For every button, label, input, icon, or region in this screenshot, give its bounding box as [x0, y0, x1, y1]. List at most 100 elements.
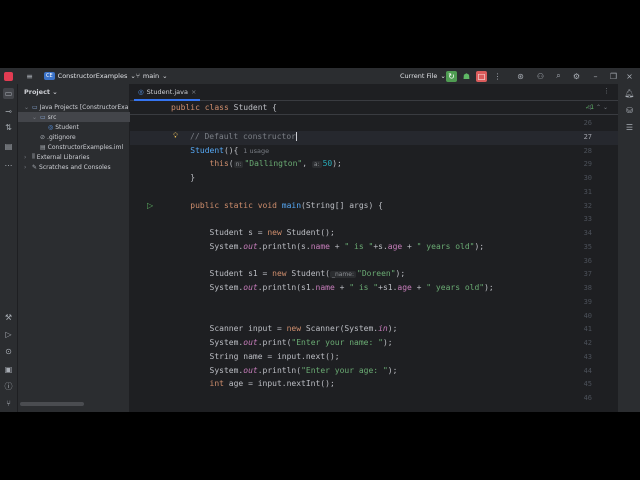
- inspection-widget[interactable]: ✓1 ⌃ ⌄: [585, 104, 608, 111]
- code-line: int age = input.nextInt();: [171, 379, 335, 389]
- expand-arrow-icon[interactable]: ⌄: [32, 114, 40, 121]
- run-icon[interactable]: ▷: [3, 329, 14, 340]
- code-line: System.out.print("Enter your name: ");: [171, 338, 393, 348]
- search-icon[interactable]: ⌕: [553, 71, 564, 82]
- code-token: "Enter your age: ": [301, 365, 388, 375]
- project-switcher[interactable]: CE ConstructorExamples ⌄: [44, 68, 136, 84]
- line-number: 44: [583, 366, 592, 375]
- code-editor[interactable]: 4 public class Student { ✓1 ⌃ ⌄ 26 27 💡︎ // …: [130, 101, 618, 412]
- line-number: 30: [583, 174, 592, 182]
- code-token: "Dallington": [244, 159, 303, 169]
- expand-arrow-icon[interactable]: ›: [24, 164, 32, 171]
- code-token: name: [310, 241, 330, 251]
- project-folder-icon[interactable]: ▭: [3, 88, 14, 99]
- tree-item[interactable]: ⊘ .gitignore: [18, 132, 130, 142]
- code-token: System.: [171, 283, 244, 292]
- tree-item[interactable]: ⌄ ▭ src: [18, 112, 130, 122]
- ai-assistant-icon[interactable]: ⊛: [515, 71, 526, 82]
- pull-requests-icon[interactable]: ⇅: [3, 122, 14, 133]
- code-token: public class: [171, 103, 234, 112]
- code-token: String name = input.next();: [171, 351, 340, 361]
- tree-item[interactable]: ◎ Student: [18, 122, 130, 132]
- stop-button[interactable]: □: [476, 70, 487, 82]
- structure-icon[interactable]: ▤: [3, 141, 14, 152]
- rerun-button[interactable]: ↻: [446, 70, 457, 82]
- code-token: age: [387, 241, 403, 251]
- code-token: Student {: [233, 103, 277, 112]
- tree-item[interactable]: ⌄ ▭ Java Projects [ConstructorExa: [18, 102, 130, 112]
- branch-switcher[interactable]: ⑂ main ⌄: [136, 68, 168, 84]
- param-hint: a:: [311, 161, 322, 169]
- code-token: Scanner(System.: [305, 324, 379, 334]
- code-token: );: [332, 159, 342, 169]
- git-icon[interactable]: ⑂: [3, 398, 14, 409]
- library-icon: ⫼: [32, 153, 35, 160]
- code-token: Student s1 =: [171, 269, 273, 279]
- build-icon[interactable]: ⚒: [3, 312, 14, 323]
- close-tab-icon[interactable]: ×: [191, 88, 196, 96]
- more-tools-icon[interactable]: …: [3, 158, 14, 169]
- tree-item-label: .gitignore: [47, 133, 76, 141]
- close-button[interactable]: ×: [624, 71, 635, 82]
- more-icon[interactable]: ⋮: [492, 71, 503, 82]
- tree-item[interactable]: › ⫼ External Libraries: [18, 152, 130, 162]
- run-gutter-icon[interactable]: ▷: [147, 201, 153, 210]
- code-token: out: [243, 338, 258, 347]
- code-token: new: [267, 228, 287, 237]
- branch-name: main: [142, 72, 160, 80]
- code-token: // Default constructor: [190, 131, 296, 141]
- project-scrollbar[interactable]: [20, 402, 84, 406]
- notifications-icon[interactable]: 🔔︎: [624, 88, 635, 99]
- code-token: 50: [322, 159, 333, 169]
- code-token: +: [329, 241, 345, 251]
- scratches-icon: ✎: [32, 163, 38, 171]
- code-line: System.out.println("Enter your age: ");: [171, 365, 398, 376]
- expand-arrow-icon[interactable]: ›: [24, 154, 32, 161]
- tree-item[interactable]: ▤ ConstructorExamples.iml: [18, 142, 130, 152]
- restore-button[interactable]: ❐: [608, 71, 619, 82]
- lightbulb-icon[interactable]: 💡︎: [173, 132, 178, 141]
- debug-icon[interactable]: ☗: [461, 71, 472, 82]
- tab-options-icon[interactable]: ⋮: [603, 87, 610, 95]
- code-line: String name = input.next();: [171, 352, 340, 362]
- sticky-code: public class Student {: [171, 103, 277, 113]
- commit-icon[interactable]: ⊸: [3, 106, 14, 117]
- code-token: "Doreen": [357, 269, 396, 279]
- settings-icon[interactable]: ⚙: [571, 71, 582, 82]
- iml-file-icon: ▤: [40, 143, 46, 151]
- code-token: " years old": [416, 241, 475, 251]
- code-token: Scanner input =: [171, 324, 287, 334]
- tab-student-java[interactable]: ◎ Student.java ×: [134, 84, 201, 101]
- line-number: 27: [583, 132, 592, 141]
- code-token: new: [286, 324, 306, 334]
- usage-hint[interactable]: 1 usage: [243, 147, 269, 155]
- app-logo-icon: [4, 71, 13, 81]
- tree-item-label: External Libraries: [36, 153, 90, 161]
- services-icon[interactable]: ⊙: [3, 346, 14, 357]
- code-token: public static void: [190, 200, 282, 210]
- tree-item-label: Student: [55, 123, 79, 131]
- project-panel-title[interactable]: Project ⌄: [24, 88, 58, 96]
- main-menu-icon[interactable]: ≡: [24, 71, 35, 82]
- code-with-me-icon[interactable]: ⚇: [535, 71, 546, 82]
- code-token: (: [228, 159, 234, 169]
- code-token: +: [334, 283, 350, 292]
- problems-icon[interactable]: ⓘ: [3, 381, 14, 392]
- database-icon[interactable]: ☰: [624, 122, 635, 133]
- folder-icon: ▭: [40, 113, 46, 121]
- tree-item-label: src: [47, 113, 57, 121]
- terminal-icon[interactable]: ▣: [3, 364, 14, 375]
- line-number: 46: [583, 394, 592, 402]
- run-config-select[interactable]: Current File ⌄: [400, 68, 446, 84]
- ide-window: ≡ CE ConstructorExamples ⌄ ⑂ main ⌄ Current …: [0, 68, 640, 412]
- minimize-button[interactable]: –: [590, 71, 601, 82]
- code-token: );: [382, 338, 393, 347]
- line-number: 35: [583, 242, 592, 251]
- code-token: .println(s1.: [257, 283, 316, 292]
- expand-arrow-icon[interactable]: ⌄: [24, 104, 32, 111]
- tree-item[interactable]: › ✎ Scratches and Consoles: [18, 162, 130, 172]
- right-tool-strip: 🔔︎ ⛁ ☰: [618, 84, 640, 412]
- code-token: this: [209, 159, 229, 169]
- gradle-icon[interactable]: ⛁: [624, 105, 635, 116]
- project-panel: Project ⌄ ⌄ ▭ Java Projects [ConstructorEx…: [18, 84, 130, 412]
